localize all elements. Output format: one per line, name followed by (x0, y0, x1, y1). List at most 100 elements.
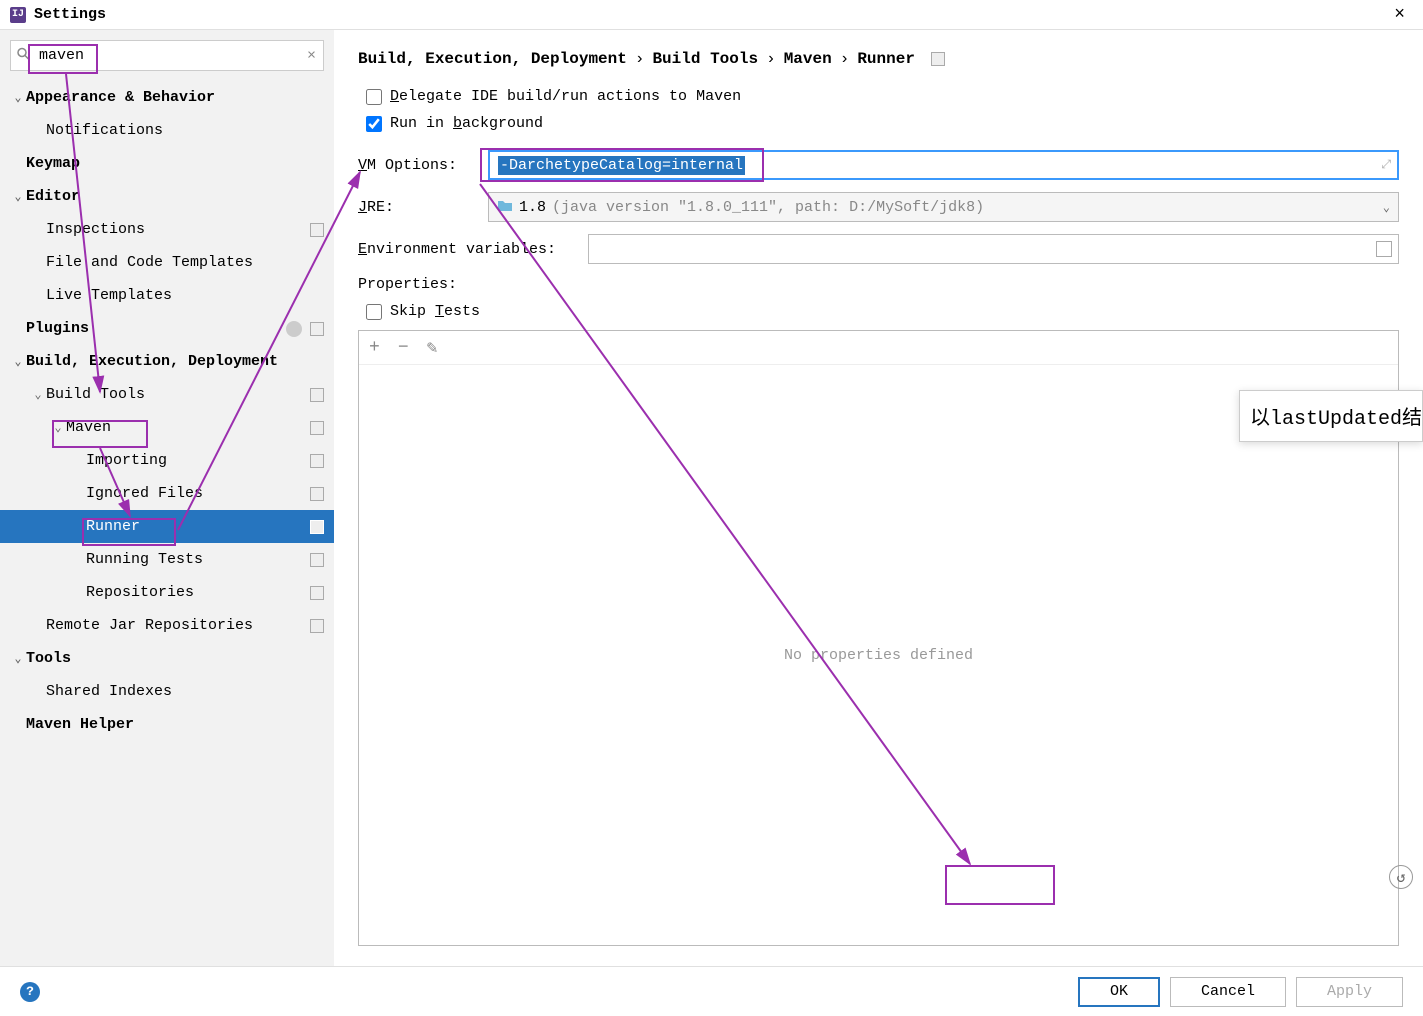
tree-item-label: Remote Jar Repositories (46, 617, 306, 634)
tree-item-label: Appearance & Behavior (26, 89, 324, 106)
ok-button[interactable]: OK (1078, 977, 1160, 1007)
tree-item-tools[interactable]: ⌄Tools (0, 642, 334, 675)
scope-badge-icon (310, 586, 324, 600)
cancel-button[interactable]: Cancel (1170, 977, 1286, 1007)
tree-item-shared-indexes[interactable]: Shared Indexes (0, 675, 334, 708)
tree-item-label: Repositories (86, 584, 306, 601)
apply-button[interactable]: Apply (1296, 977, 1403, 1007)
tree-item-label: Build Tools (46, 386, 306, 403)
chevron-icon: ⌄ (30, 387, 46, 402)
tree-item-label: Live Templates (46, 287, 324, 304)
breadcrumb-item[interactable]: Build, Execution, Deployment (358, 50, 627, 68)
tree-item-label: Editor (26, 188, 324, 205)
tree-item-file-and-code-templates[interactable]: File and Code Templates (0, 246, 334, 279)
expand-icon[interactable]: ⤢ (1381, 158, 1391, 172)
tree-item-label: Shared Indexes (46, 683, 324, 700)
tree-item-label: Tools (26, 650, 324, 667)
scope-badge-icon (310, 388, 324, 402)
tree-item-label: Inspections (46, 221, 306, 238)
tree-item-label: Maven Helper (26, 716, 324, 733)
skip-tests-label[interactable]: Skip Tests (390, 303, 480, 320)
background-label[interactable]: Run in background (390, 115, 543, 132)
scope-badge-icon (931, 52, 945, 66)
jre-select[interactable]: 1.8 (java version "1.8.0_111", path: D:/… (488, 192, 1399, 222)
tree-item-label: Keymap (26, 155, 324, 172)
tree-item-importing[interactable]: Importing (0, 444, 334, 477)
breadcrumb-item[interactable]: Maven (784, 50, 832, 68)
footer: ? OK Cancel Apply (0, 966, 1423, 1016)
tree-item-repositories[interactable]: Repositories (0, 576, 334, 609)
remove-property-button[interactable]: − (398, 338, 409, 358)
env-vars-label: Environment variables: (358, 241, 588, 258)
chevron-icon: ⌄ (10, 90, 26, 105)
properties-toolbar: + − ✎ (359, 331, 1398, 365)
titlebar: IJ Settings × (0, 0, 1423, 30)
tree-item-label: Running Tests (86, 551, 306, 568)
app-icon: IJ (10, 7, 26, 23)
breadcrumb: Build, Execution, Deployment›Build Tools… (358, 50, 1399, 68)
tooltip-fragment: 以lastUpdated结 (1239, 390, 1423, 442)
chevron-down-icon: ⌄ (1383, 200, 1390, 215)
settings-tree: ⌄Appearance & BehaviorNotificationsKeyma… (0, 81, 334, 966)
add-property-button[interactable]: + (369, 338, 380, 358)
tree-item-label: Notifications (46, 122, 324, 139)
scope-badge-icon (310, 421, 324, 435)
tree-item-label: Plugins (26, 320, 286, 337)
search-icon (16, 46, 30, 65)
tree-item-label: Build, Execution, Deployment (26, 353, 324, 370)
help-button[interactable]: ? (20, 982, 40, 1002)
close-icon[interactable]: × (1386, 5, 1413, 25)
skip-tests-checkbox[interactable] (366, 304, 382, 320)
sidebar: × ⌄Appearance & BehaviorNotificationsKey… (0, 30, 334, 966)
vm-options-value: -DarchetypeCatalog=internal (498, 156, 745, 175)
scope-badge-icon (310, 487, 324, 501)
tree-item-notifications[interactable]: Notifications (0, 114, 334, 147)
vm-options-input[interactable]: -DarchetypeCatalog=internal ⤢ (488, 150, 1399, 180)
edit-property-button[interactable]: ✎ (427, 337, 438, 359)
tree-item-label: Ignored Files (86, 485, 306, 502)
scope-badge-icon (310, 553, 324, 567)
tree-item-build-execution-deployment[interactable]: ⌄Build, Execution, Deployment (0, 345, 334, 378)
tree-item-remote-jar-repositories[interactable]: Remote Jar Repositories (0, 609, 334, 642)
breadcrumb-item[interactable]: Build Tools (652, 50, 758, 68)
search-box: × (10, 40, 324, 71)
clear-search-icon[interactable]: × (307, 47, 316, 64)
tree-item-appearance-behavior[interactable]: ⌄Appearance & Behavior (0, 81, 334, 114)
reset-icon[interactable]: ↺ (1389, 865, 1413, 889)
chevron-icon: ⌄ (10, 354, 26, 369)
jre-version: 1.8 (519, 199, 546, 216)
env-vars-input[interactable] (588, 234, 1399, 264)
update-badge-icon (286, 321, 302, 337)
tree-item-live-templates[interactable]: Live Templates (0, 279, 334, 312)
scope-badge-icon (310, 454, 324, 468)
tree-item-plugins[interactable]: Plugins (0, 312, 334, 345)
scope-badge-icon (310, 619, 324, 633)
properties-label: Properties: (358, 276, 1399, 293)
chevron-icon: ⌄ (50, 420, 66, 435)
background-checkbox[interactable] (366, 116, 382, 132)
scope-badge-icon (310, 322, 324, 336)
tree-item-label: Runner (86, 518, 306, 535)
tree-item-build-tools[interactable]: ⌄Build Tools (0, 378, 334, 411)
properties-empty-text: No properties defined (359, 365, 1398, 945)
tree-item-ignored-files[interactable]: Ignored Files (0, 477, 334, 510)
scope-badge-icon (310, 520, 324, 534)
breadcrumb-item: Runner (857, 50, 915, 68)
tree-item-editor[interactable]: ⌄Editor (0, 180, 334, 213)
jre-label: JRE: (358, 199, 488, 216)
chevron-icon: ⌄ (10, 189, 26, 204)
tree-item-runner[interactable]: Runner (0, 510, 334, 543)
tree-item-maven-helper[interactable]: Maven Helper (0, 708, 334, 741)
search-input[interactable] (10, 40, 324, 71)
delegate-checkbox[interactable] (366, 89, 382, 105)
chevron-icon: ⌄ (10, 651, 26, 666)
tree-item-inspections[interactable]: Inspections (0, 213, 334, 246)
delegate-label[interactable]: DDelegate IDE build/run actions to Maven… (390, 88, 741, 105)
vm-options-label: VM Options: (358, 157, 488, 174)
tree-item-maven[interactable]: ⌄Maven (0, 411, 334, 444)
tree-item-keymap[interactable]: Keymap (0, 147, 334, 180)
tree-item-running-tests[interactable]: Running Tests (0, 543, 334, 576)
jre-detail: (java version "1.8.0_111", path: D:/MySo… (552, 199, 984, 216)
list-icon[interactable] (1376, 241, 1392, 257)
folder-icon (497, 198, 513, 217)
